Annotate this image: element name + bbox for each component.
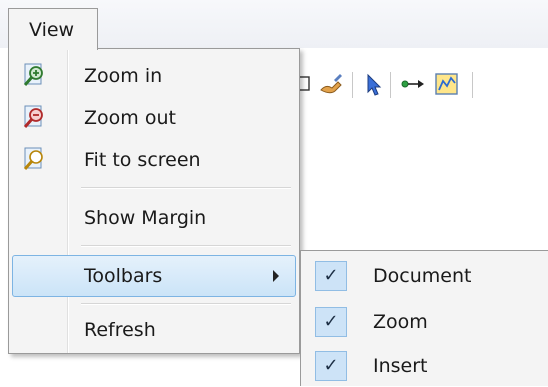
menu-item-label: Fit to screen <box>84 149 201 171</box>
menu-item-label: Zoom out <box>84 107 176 129</box>
toolbars-submenu: ✓ Document ✓ Zoom ✓ Insert <box>300 250 548 386</box>
submenu-item-zoom[interactable]: ✓ Zoom <box>301 301 548 343</box>
view-dropdown-menu: Zoom in Zoom out Fit to screen Show Marg… <box>8 48 300 354</box>
zoom-in-icon <box>23 63 43 86</box>
view-menu-button[interactable]: View <box>8 8 98 50</box>
submenu-item-insert[interactable]: ✓ Insert <box>301 345 548 387</box>
zoom-out-icon <box>23 105 43 128</box>
pointer-icon[interactable] <box>360 70 386 98</box>
menu-item-label: Refresh <box>84 319 156 341</box>
checkmark-icon: ✓ <box>315 261 347 291</box>
menu-separator <box>81 303 291 305</box>
menu-separator <box>81 245 291 247</box>
connector-icon[interactable] <box>400 70 426 98</box>
submenu-item-label: Insert <box>373 355 428 377</box>
paint-icon[interactable] <box>318 70 344 98</box>
menu-item-toolbars[interactable]: Toolbars <box>12 255 296 297</box>
view-menu-label: View <box>29 19 75 41</box>
menu-item-label: Toolbars <box>84 265 163 287</box>
submenu-item-label: Document <box>373 265 472 287</box>
menu-separator <box>81 187 291 189</box>
chart-icon[interactable] <box>434 70 460 98</box>
submenu-arrow-icon <box>273 270 279 282</box>
menu-item-zoom-out[interactable]: Zoom out <box>12 99 296 137</box>
toolbar-separator <box>390 72 391 98</box>
menu-item-show-margin[interactable]: Show Margin <box>12 199 296 237</box>
fit-to-screen-icon <box>23 147 43 170</box>
checkmark-icon: ✓ <box>315 351 347 381</box>
menu-item-refresh[interactable]: Refresh <box>12 311 296 349</box>
checkmark-icon: ✓ <box>315 307 347 337</box>
menu-item-zoom-in[interactable]: Zoom in <box>12 57 296 95</box>
menu-item-label: Show Margin <box>84 207 207 229</box>
toolbar <box>296 60 548 108</box>
toolbar-separator <box>472 72 473 98</box>
menu-item-label: Zoom in <box>84 65 163 87</box>
menu-item-fit-to-screen[interactable]: Fit to screen <box>12 141 296 179</box>
submenu-item-document[interactable]: ✓ Document <box>301 255 548 297</box>
toolbar-separator <box>352 72 353 98</box>
submenu-item-label: Zoom <box>373 311 428 333</box>
